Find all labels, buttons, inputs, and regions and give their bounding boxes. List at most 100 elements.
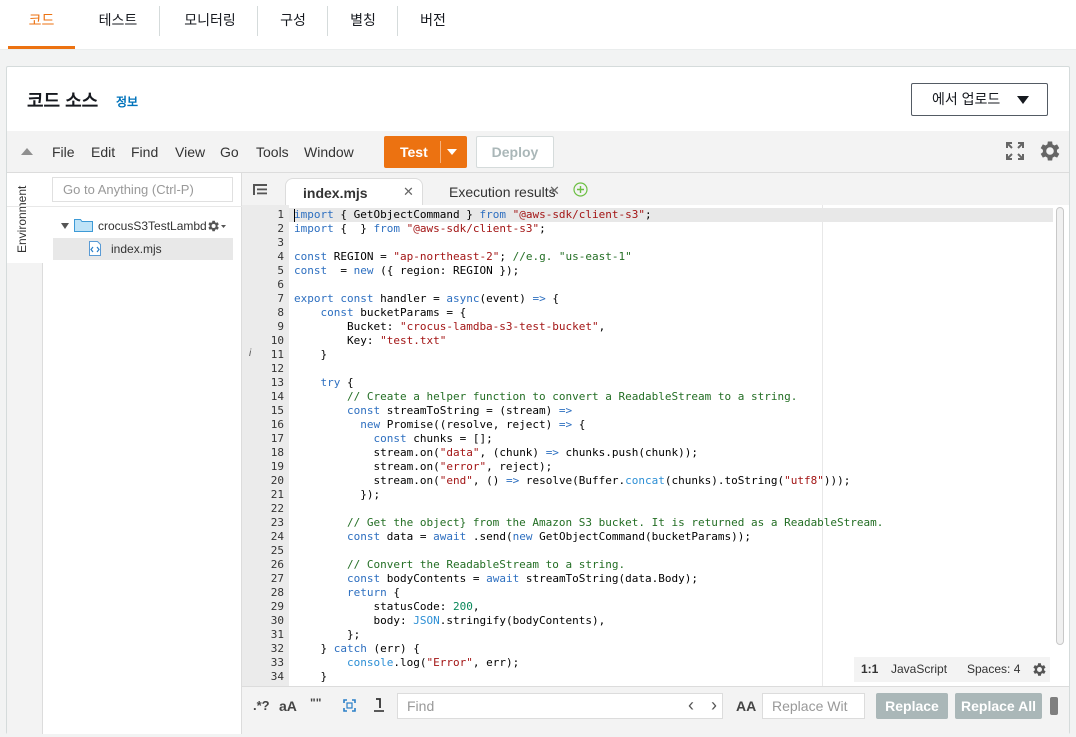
code-line: } catch (err) {: [294, 642, 420, 655]
replace-all-button[interactable]: Replace All: [955, 693, 1042, 719]
line-number: 19: [270, 460, 284, 473]
preserve-case-toggle[interactable]: AA: [736, 698, 756, 714]
panel-title: 코드 소스: [27, 91, 99, 111]
goto-anything-input[interactable]: Go to Anything (Ctrl-P): [52, 177, 233, 202]
collapse-menu-icon[interactable]: [21, 148, 33, 155]
search-in-selection-icon[interactable]: [343, 699, 356, 712]
fullscreen-icon[interactable]: [1006, 142, 1024, 160]
code-line: // Convert the ReadableStream to a strin…: [346, 558, 626, 571]
code-line: const streamToString = (stream) =>: [346, 404, 573, 417]
line-number: 33: [270, 656, 284, 669]
js-file-icon: [89, 241, 101, 256]
close-icon[interactable]: ✕: [403, 184, 414, 200]
line-number: 25: [270, 544, 284, 557]
folder-name: crocusS3TestLambd: [98, 219, 207, 233]
code-line: const bodyContents = await streamToStrin…: [346, 572, 699, 585]
code-line: new Promise((resolve, reject) => {: [360, 418, 586, 431]
line-gutter: 1 2 3 4 5 6 7 8 9 10 11 12 13 14 15 16 17 18 19 20 21 22 23 24 2…: [242, 205, 289, 686]
code-line: import { GetObjectCommand } from "@aws-s…: [294, 208, 652, 221]
tab-divider: [257, 6, 258, 36]
replace-button[interactable]: Replace: [876, 693, 948, 719]
close-icon[interactable]: ✕: [549, 183, 560, 199]
code-editor[interactable]: 1 2 3 4 5 6 7 8 9 10 11 12 13 14 15 16 17 18 19 20 21 22 23 24 2…: [242, 205, 1069, 686]
line-number: 9: [277, 320, 284, 333]
line-number: 5: [277, 264, 284, 277]
deploy-button[interactable]: Deploy: [476, 136, 554, 168]
vertical-scrollbar[interactable]: [1056, 207, 1064, 645]
replace-input[interactable]: Replace Wit: [762, 693, 865, 719]
code-line: // Get the object} from the Amazon S3 bu…: [346, 516, 884, 529]
folder-settings-icon[interactable]: [206, 218, 228, 234]
tab-list-icon[interactable]: [253, 184, 267, 195]
menu-edit[interactable]: Edit: [91, 144, 115, 160]
tab-configuration[interactable]: 구성: [262, 0, 324, 49]
file-row-index-mjs[interactable]: index.mjs: [53, 238, 233, 260]
case-sensitive-toggle[interactable]: aA: [279, 698, 297, 714]
tab-execution-results[interactable]: Execution results ✕: [434, 178, 564, 205]
line-number: 30: [270, 614, 284, 627]
line-number: 27: [270, 572, 284, 585]
line-number: 29: [270, 600, 284, 613]
test-dropdown-icon[interactable]: [447, 149, 457, 155]
cloud9-ide: File Edit Find View Go Tools Window Test…: [7, 131, 1069, 734]
line-number: 1: [277, 208, 284, 221]
add-tab-icon[interactable]: [573, 182, 588, 197]
ide-menubar: File Edit Find View Go Tools Window Test…: [7, 131, 1069, 173]
folder-icon: [74, 219, 93, 232]
tab-index-mjs[interactable]: index.mjs ✕: [285, 178, 423, 205]
code-line: console.log("Error", err);: [346, 656, 520, 669]
indent-spaces[interactable]: Spaces: 4: [967, 662, 1020, 676]
editor-status: 1:1 JavaScript Spaces: 4: [854, 657, 1050, 682]
code-content[interactable]: import { GetObjectCommand } from "@aws-s…: [294, 208, 883, 686]
wrap-around-icon[interactable]: [373, 698, 385, 712]
code-line: try {: [320, 376, 354, 389]
gear-icon[interactable]: [1037, 138, 1063, 164]
menu-tools[interactable]: Tools: [256, 144, 289, 160]
menu-view[interactable]: View: [175, 144, 205, 160]
find-next-icon[interactable]: ›: [711, 695, 717, 716]
info-link[interactable]: 정보: [116, 93, 138, 110]
code-line: const data = await .send(new GetObjectCo…: [346, 530, 751, 543]
menu-go[interactable]: Go: [220, 144, 239, 160]
cursor-position[interactable]: 1:1: [861, 662, 878, 676]
line-number: 13: [270, 376, 284, 389]
whole-word-toggle[interactable]: "": [310, 696, 321, 710]
tab-aliases[interactable]: 별칭: [332, 0, 394, 49]
environment-tab[interactable]: Environment: [7, 173, 43, 263]
code-line: }: [294, 670, 328, 683]
menu-window[interactable]: Window: [304, 144, 354, 160]
tab-divider: [159, 6, 160, 36]
upload-from-button[interactable]: 에서 업로드: [911, 83, 1048, 116]
line-number: 18: [270, 446, 284, 459]
code-line: stream.on("end", () => resolve(Buffer.co…: [294, 474, 851, 487]
find-previous-icon[interactable]: ‹: [688, 695, 694, 716]
line-number: 28: [270, 586, 284, 599]
chevron-down-icon[interactable]: [61, 223, 69, 229]
line-numbers: 1 2 3 4 5 6 7 8 9 10 11 12 13 14 15 16 17 18 19 20 21 22 23 24 2…: [242, 208, 284, 686]
findbar-scroll-handle[interactable]: [1050, 697, 1058, 715]
tab-divider: [327, 6, 328, 36]
line-number: 2: [277, 222, 284, 235]
tab-code[interactable]: 코드: [8, 0, 75, 49]
code-line: }: [294, 348, 328, 361]
tab-test[interactable]: 테스트: [82, 0, 154, 49]
find-input[interactable]: Find: [397, 693, 723, 719]
info-marker-icon[interactable]: i: [249, 348, 251, 359]
gear-icon[interactable]: [1031, 661, 1048, 678]
line-number: 32: [270, 642, 284, 655]
line-number: 23: [270, 516, 284, 529]
language-mode[interactable]: JavaScript: [891, 662, 947, 676]
test-button[interactable]: Test: [400, 144, 428, 160]
folder-row[interactable]: crocusS3TestLambd: [61, 217, 231, 237]
code-line: Bucket: "crocus-lamdba-s3-test-bucket",: [294, 320, 606, 333]
tab-monitoring[interactable]: 모니터링: [164, 0, 256, 49]
tab-versions[interactable]: 버전: [402, 0, 464, 49]
menu-find[interactable]: Find: [131, 144, 158, 160]
regex-toggle[interactable]: .*?: [253, 698, 270, 713]
code-line: const bucketParams = {: [320, 306, 467, 319]
menu-file[interactable]: File: [52, 144, 75, 160]
code-source-panel: 코드 소스 정보 에서 업로드 File Edit Find View Go T…: [6, 66, 1070, 734]
file-name: index.mjs: [111, 242, 162, 256]
